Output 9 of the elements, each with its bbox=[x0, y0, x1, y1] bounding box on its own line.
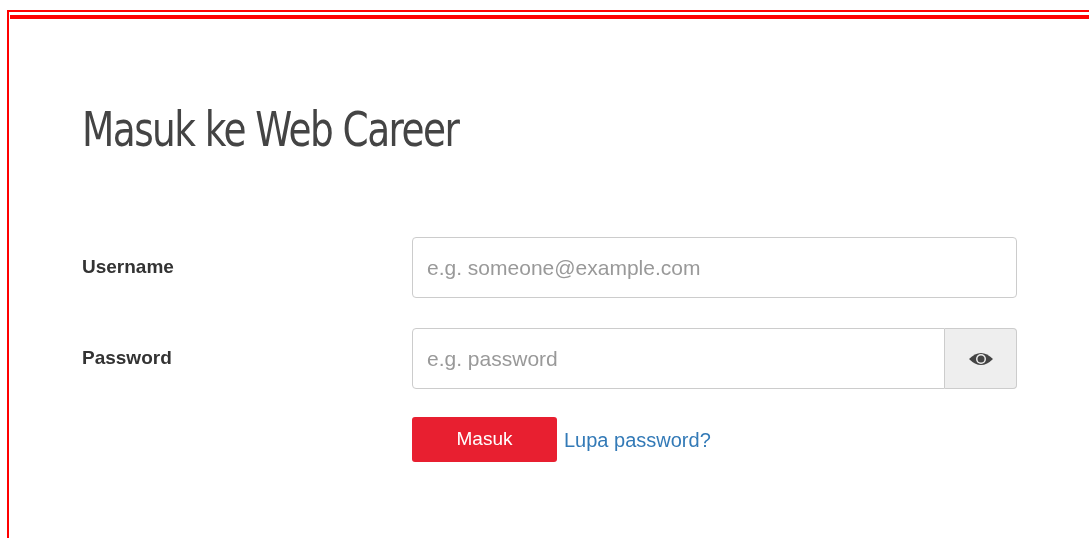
page-title: Masuk ke Web Career bbox=[82, 100, 459, 159]
submit-button[interactable]: Masuk bbox=[412, 417, 557, 462]
field-label: Password bbox=[82, 346, 173, 371]
show-password-button[interactable] bbox=[945, 328, 1017, 389]
eye-icon bbox=[967, 350, 994, 367]
field-label: Username bbox=[82, 255, 175, 280]
username-field[interactable]: e.g. someone@example.com bbox=[412, 237, 1017, 298]
forgot-password-link[interactable]: Lupa password? bbox=[564, 424, 711, 455]
password-field[interactable]: e.g. password bbox=[412, 328, 945, 389]
